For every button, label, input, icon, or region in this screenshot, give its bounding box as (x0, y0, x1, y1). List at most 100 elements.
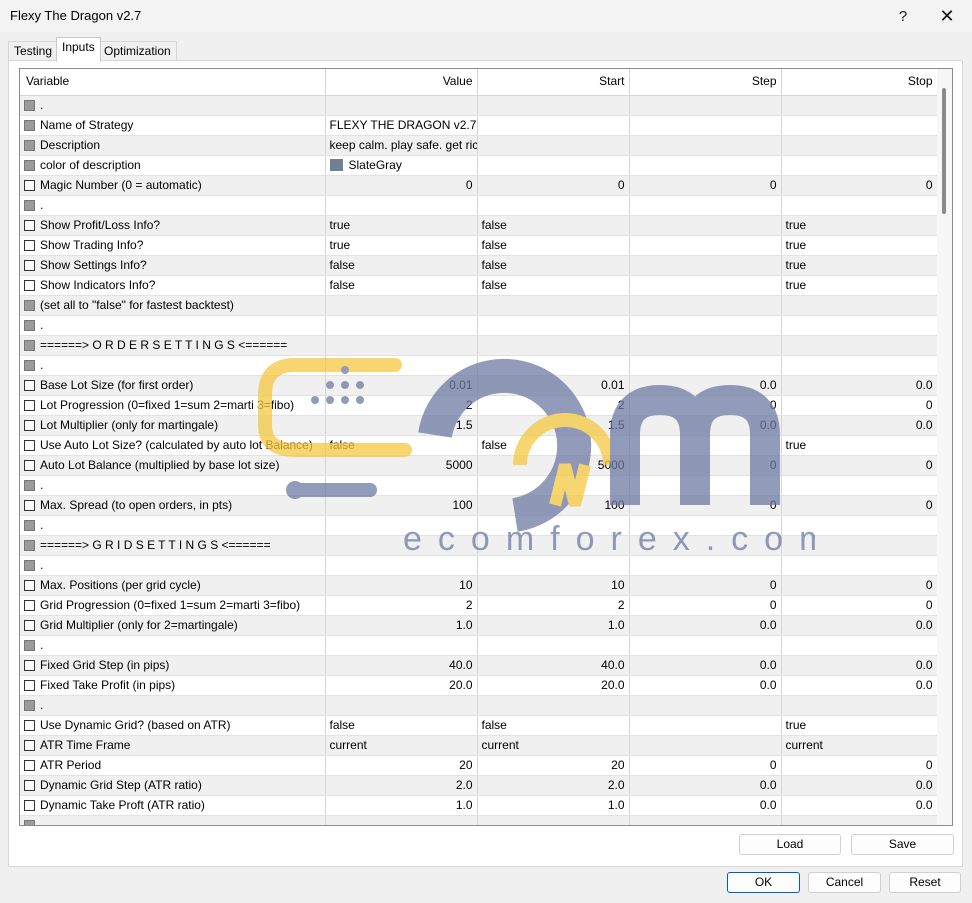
optimize-checkbox[interactable] (24, 579, 35, 591)
vertical-scrollbar[interactable] (937, 69, 952, 825)
optimize-checkbox[interactable] (24, 479, 35, 491)
step-cell[interactable]: 0 (629, 455, 782, 476)
optimize-checkbox[interactable] (24, 719, 35, 731)
optimize-checkbox[interactable] (24, 639, 35, 651)
value-cell[interactable] (325, 95, 478, 116)
start-cell[interactable]: 10 (477, 575, 630, 596)
table-row[interactable]: . (20, 475, 938, 496)
table-row[interactable]: . (20, 315, 938, 336)
stop-cell[interactable] (781, 555, 938, 576)
step-cell[interactable] (629, 735, 782, 756)
stop-cell[interactable]: true (781, 235, 938, 256)
stop-cell[interactable]: true (781, 215, 938, 236)
optimize-checkbox[interactable] (24, 419, 35, 431)
optimize-checkbox[interactable] (24, 159, 35, 171)
start-cell[interactable] (477, 635, 630, 656)
optimize-checkbox[interactable] (24, 539, 35, 551)
step-cell[interactable] (629, 255, 782, 276)
step-cell[interactable] (629, 275, 782, 296)
start-cell[interactable] (477, 475, 630, 496)
optimize-checkbox[interactable] (24, 459, 35, 471)
stop-cell[interactable] (781, 695, 938, 716)
stop-cell[interactable]: 0 (781, 575, 938, 596)
value-cell[interactable]: true (325, 235, 478, 256)
optimize-checkbox[interactable] (24, 279, 35, 291)
optimize-checkbox[interactable] (24, 99, 35, 111)
value-cell[interactable]: 5000 (325, 455, 478, 476)
optimize-checkbox[interactable] (24, 699, 35, 711)
value-cell[interactable] (325, 695, 478, 716)
value-cell[interactable]: 0 (325, 175, 478, 196)
value-cell[interactable]: 2 (325, 595, 478, 616)
optimize-checkbox[interactable] (24, 819, 35, 825)
start-cell[interactable]: 2 (477, 395, 630, 416)
stop-cell[interactable]: 0.0 (781, 655, 938, 676)
table-row[interactable]: Max. Positions (per grid cycle) 10 10 0 0 (20, 575, 938, 596)
start-cell[interactable]: false (477, 435, 630, 456)
start-cell[interactable]: 20.0 (477, 675, 630, 696)
stop-cell[interactable]: 0 (781, 495, 938, 516)
value-cell[interactable] (325, 475, 478, 496)
table-row[interactable]: Dynamic Grid Step (ATR ratio) 2.0 2.0 0.0 0.… (20, 775, 938, 796)
column-header-value[interactable]: Value (325, 69, 478, 96)
value-cell[interactable]: 2 (325, 395, 478, 416)
value-cell[interactable]: FLEXY THE DRAGON v2.7 (325, 115, 478, 136)
start-cell[interactable] (477, 695, 630, 716)
step-cell[interactable] (629, 555, 782, 576)
start-cell[interactable] (477, 355, 630, 376)
step-cell[interactable]: 0 (629, 395, 782, 416)
step-cell[interactable] (629, 695, 782, 716)
step-cell[interactable] (629, 515, 782, 536)
stop-cell[interactable]: 0 (781, 755, 938, 776)
optimize-checkbox[interactable] (24, 799, 35, 811)
table-row[interactable]: Fixed Take Profit (in pips) 20.0 20.0 0.0 0.… (20, 675, 938, 696)
stop-cell[interactable]: 0 (781, 175, 938, 196)
step-cell[interactable] (629, 535, 782, 556)
value-cell[interactable] (325, 195, 478, 216)
table-row[interactable]: Base Lot Size (for first order) 0.01 0.01 0… (20, 375, 938, 396)
step-cell[interactable] (629, 635, 782, 656)
value-cell[interactable] (325, 815, 478, 825)
start-cell[interactable]: 5000 (477, 455, 630, 476)
start-cell[interactable]: false (477, 235, 630, 256)
start-cell[interactable]: 40.0 (477, 655, 630, 676)
table-row[interactable]: . (20, 695, 938, 716)
table-row[interactable]: (set all to "false" for fastest backtest… (20, 295, 938, 316)
table-row[interactable]: Show Settings Info? false false true (20, 255, 938, 276)
value-cell[interactable]: true (325, 215, 478, 236)
start-cell[interactable] (477, 815, 630, 825)
value-cell[interactable] (325, 635, 478, 656)
optimize-checkbox[interactable] (24, 739, 35, 751)
table-row[interactable]: Show Indicators Info? false false true (20, 275, 938, 296)
stop-cell[interactable]: true (781, 435, 938, 456)
start-cell[interactable]: 1.0 (477, 795, 630, 816)
stop-cell[interactable]: 0 (781, 455, 938, 476)
table-row[interactable]: Name of Strategy FLEXY THE DRAGON v2.7 (20, 115, 938, 136)
step-cell[interactable]: 0.0 (629, 795, 782, 816)
stop-cell[interactable] (781, 335, 938, 356)
stop-cell[interactable]: 0.0 (781, 415, 938, 436)
optimize-checkbox[interactable] (24, 379, 35, 391)
stop-cell[interactable]: 0.0 (781, 375, 938, 396)
optimize-checkbox[interactable] (24, 339, 35, 351)
table-row[interactable]: Use Dynamic Grid? (based on ATR) false fal… (20, 715, 938, 736)
table-row[interactable]: . (20, 635, 938, 656)
table-row[interactable]: ======> O R D E R S E T T I N G S <=====… (20, 335, 938, 356)
value-cell[interactable]: 20.0 (325, 675, 478, 696)
start-cell[interactable]: 2.0 (477, 775, 630, 796)
step-cell[interactable] (629, 115, 782, 136)
stop-cell[interactable]: true (781, 255, 938, 276)
table-row[interactable]: Max. Spread (to open orders, in pts) 100 1… (20, 495, 938, 516)
table-row[interactable] (20, 815, 938, 825)
stop-cell[interactable]: true (781, 275, 938, 296)
start-cell[interactable]: false (477, 715, 630, 736)
table-row[interactable]: Fixed Grid Step (in pips) 40.0 40.0 0.0 0.0 (20, 655, 938, 676)
value-cell[interactable] (325, 515, 478, 536)
optimize-checkbox[interactable] (24, 259, 35, 271)
table-row[interactable]: ATR Time Frame current current current (20, 735, 938, 756)
tab-testing[interactable]: Testing (8, 41, 59, 61)
optimize-checkbox[interactable] (24, 499, 35, 511)
optimize-checkbox[interactable] (24, 139, 35, 151)
start-cell[interactable] (477, 115, 630, 136)
value-cell[interactable]: 40.0 (325, 655, 478, 676)
